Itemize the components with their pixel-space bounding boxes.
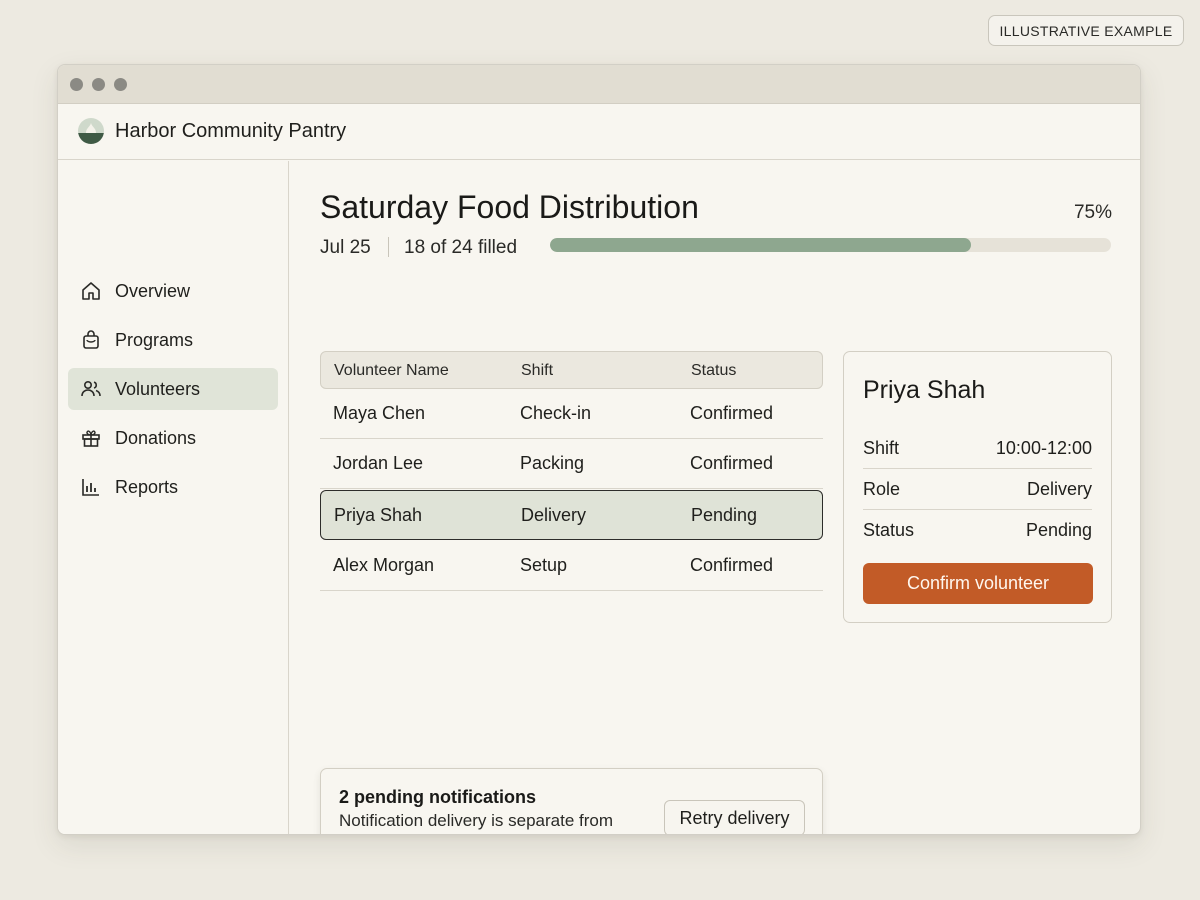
sidebar-item-overview[interactable]: Overview: [68, 270, 278, 312]
detail-field-label: Shift: [863, 438, 900, 458]
window-minimize-dot[interactable]: [92, 78, 105, 91]
app-header: Harbor Community Pantry: [58, 104, 1140, 160]
illustrative-example-badge: ILLUSTRATIVE EXAMPLE: [988, 15, 1184, 46]
sidebar-item-label: Programs: [115, 329, 194, 350]
progress-percent: 75%: [1073, 202, 1112, 223]
volunteer-detail-panel: Priya Shah Shift 10:00-12:00 Role Delive…: [843, 351, 1112, 623]
pending-notifications-card: 2 pending notifications Notification del…: [320, 768, 823, 834]
sidebar-item-label: Reports: [115, 476, 179, 497]
sidebar-nav: Overview Programs Volunteers Donations R…: [58, 161, 289, 834]
sidebar-item-label: Donations: [115, 427, 197, 448]
retry-delivery-button[interactable]: Retry delivery: [664, 800, 805, 834]
volunteer-shift: Packing: [520, 453, 585, 473]
volunteer-name: Maya Chen: [333, 403, 426, 423]
volunteer-shift: Delivery: [521, 505, 587, 525]
page-title: Saturday Food Distribution: [320, 189, 699, 225]
window-maximize-dot[interactable]: [114, 78, 127, 91]
volunteer-name: Priya Shah: [334, 505, 423, 525]
bag-icon: [83, 330, 99, 349]
volunteer-name: Alex Morgan: [333, 555, 435, 575]
sidebar-item-programs[interactable]: Programs: [68, 319, 278, 361]
column-header-status[interactable]: Status: [691, 362, 736, 380]
detail-field-label: Status: [863, 520, 915, 540]
sidebar-item-volunteers[interactable]: Volunteers: [68, 368, 278, 410]
sidebar-item-label: Overview: [115, 280, 191, 301]
divider: [388, 237, 389, 257]
gift-icon: [82, 430, 100, 447]
main-content: Saturday Food Distribution Jul 25 18 of …: [290, 161, 1140, 834]
column-header-shift[interactable]: Shift: [521, 362, 553, 380]
confirm-volunteer-button[interactable]: Confirm volunteer: [863, 563, 1093, 604]
bar-chart-icon: [82, 479, 99, 496]
volunteer-shift: Setup: [520, 555, 568, 575]
detail-field-status: Status Pending: [863, 510, 1092, 551]
table-header: Volunteer Name Shift Status: [320, 351, 823, 389]
volunteer-status: Confirmed: [690, 403, 774, 423]
column-header-name[interactable]: Volunteer Name: [334, 362, 449, 380]
volunteer-status: Confirmed: [690, 453, 774, 473]
detail-field-value: 10:00-12:00: [995, 438, 1092, 458]
users-icon: [81, 380, 101, 397]
table-row[interactable]: Jordan Lee Packing Confirmed: [320, 439, 823, 489]
progress-bar: [550, 238, 1111, 252]
app-window: Harbor Community Pantry Overview Program…: [57, 64, 1141, 835]
notification-body: Notification delivery is separate from s…: [339, 811, 614, 834]
table-row[interactable]: Alex Morgan Setup Confirmed: [320, 541, 823, 591]
table-row-selected[interactable]: Priya Shah Delivery Pending: [320, 490, 823, 540]
detail-field-label: Role: [863, 479, 901, 499]
notification-title: 2 pending notifications: [339, 787, 536, 807]
detail-field-value: Pending: [1025, 520, 1092, 540]
detail-volunteer-name: Priya Shah: [863, 376, 986, 404]
volunteer-status: Pending: [691, 505, 758, 525]
sidebar-item-reports[interactable]: Reports: [68, 466, 278, 508]
volunteer-status: Confirmed: [690, 555, 774, 575]
window-close-dot[interactable]: [70, 78, 83, 91]
progress-bar-fill: [550, 238, 971, 252]
volunteer-shift: Check-in: [520, 403, 592, 423]
app-title: Harbor Community Pantry: [115, 120, 347, 142]
detail-field-role: Role Delivery: [863, 469, 1092, 510]
event-date: Jul 25: [320, 237, 371, 258]
detail-field-value: Delivery: [1026, 479, 1092, 499]
table-row[interactable]: Maya Chen Check-in Confirmed: [320, 389, 823, 439]
sidebar-item-donations[interactable]: Donations: [68, 417, 278, 459]
pantry-logo-icon: [78, 118, 104, 144]
window-titlebar: [58, 65, 1140, 104]
filled-count: 18 of 24 filled: [404, 237, 518, 258]
volunteer-name: Jordan Lee: [333, 453, 424, 473]
home-icon: [82, 282, 100, 300]
detail-field-shift: Shift 10:00-12:00: [863, 428, 1092, 469]
sidebar-item-label: Volunteers: [115, 378, 201, 399]
